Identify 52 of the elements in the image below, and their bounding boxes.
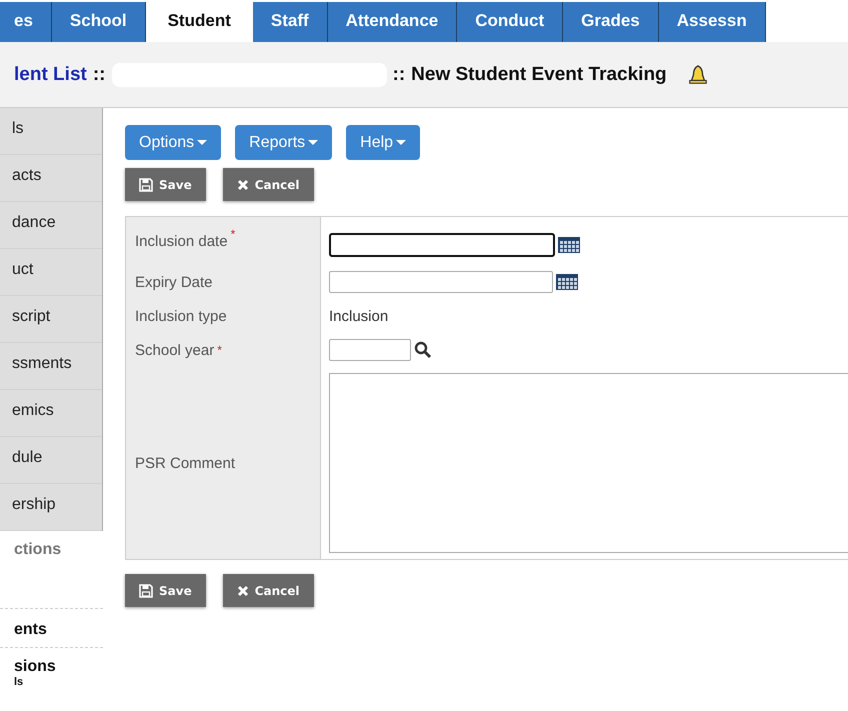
save-button[interactable]: Save (125, 168, 206, 201)
nav-tab[interactable]: Assessn (658, 2, 766, 42)
sidebar-link[interactable]: ents (14, 621, 103, 639)
breadcrumb-separator: :: (392, 64, 406, 86)
page-title: New Student Event Tracking (411, 64, 667, 86)
sidebar-section-title: ctions (0, 531, 103, 609)
field-label: School year (135, 342, 214, 358)
save-button[interactable]: Save (125, 574, 206, 607)
comment-field[interactable] (329, 373, 848, 553)
bell-icon[interactable] (686, 64, 709, 86)
calendar-icon[interactable] (558, 236, 580, 252)
sidebar-item[interactable]: emics (0, 390, 102, 437)
menu-button[interactable]: Help (346, 125, 420, 160)
field-value: Inclusion (329, 308, 388, 324)
caret-icon (396, 140, 406, 145)
sidebar-item[interactable]: ership (0, 484, 102, 531)
cancel-button[interactable]: Cancel (222, 168, 314, 201)
cancel-button[interactable]: Cancel (222, 574, 314, 607)
nav-tab[interactable]: Attendance (328, 2, 458, 42)
field-label: Expiry Date (135, 274, 213, 290)
input-field[interactable] (329, 339, 411, 361)
required-asterisk: * (217, 343, 222, 357)
field-label: Inclusion type (135, 308, 227, 324)
nav-tab[interactable]: Conduct (457, 2, 564, 42)
date-field[interactable] (329, 271, 553, 293)
sidebar-item[interactable]: uct (0, 249, 102, 296)
caret-icon (197, 140, 208, 145)
menu-button[interactable]: Options (125, 125, 222, 160)
nav-tab[interactable]: Grades (563, 2, 659, 42)
sidebar-item[interactable]: dance (0, 202, 102, 249)
sidebar-item[interactable]: ssments (0, 343, 102, 390)
required-asterisk: * (230, 227, 236, 241)
nav-tab[interactable]: es (0, 2, 52, 42)
sidebar-item[interactable]: dule (0, 437, 102, 484)
calendar-icon[interactable] (556, 274, 578, 290)
nav-tab[interactable]: School (52, 2, 146, 42)
caret-icon (308, 140, 318, 145)
sidebar-link-detail: ls (14, 676, 24, 688)
field-label: PSR Comment (135, 454, 236, 472)
nav-tab[interactable]: Staff (252, 2, 328, 42)
sidebar-item[interactable]: script (0, 296, 102, 343)
sidebar-item[interactable]: acts (0, 155, 102, 202)
menu-button[interactable]: Reports (235, 125, 332, 160)
close-icon (236, 584, 249, 596)
search-icon[interactable] (414, 341, 432, 359)
close-icon (236, 178, 249, 190)
breadcrumb-separator: :: (92, 64, 106, 86)
sidebar-link[interactable]: sions (14, 658, 103, 676)
date-field[interactable] (329, 232, 555, 256)
sidebar-item[interactable]: ls (0, 108, 102, 155)
field-label: Inclusion date (135, 232, 228, 250)
breadcrumb-link[interactable]: lent List (14, 64, 87, 86)
